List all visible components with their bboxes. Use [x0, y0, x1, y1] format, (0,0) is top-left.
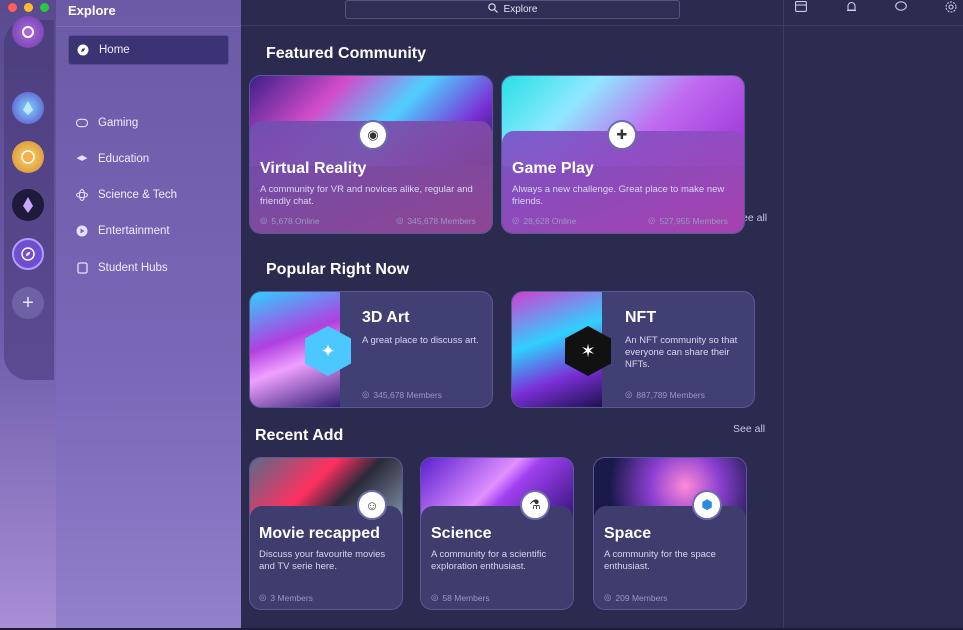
members-icon: ◎	[259, 592, 267, 602]
vr-headset-icon: ◉	[358, 120, 388, 150]
member-count: ◎ 345,678 Members	[396, 215, 476, 226]
card-description: A great place to discuss art.	[362, 335, 479, 346]
community-card-nft[interactable]: ✶ NFT An NFT community so that everyone …	[511, 291, 755, 408]
sidebar-title: Explore	[68, 3, 116, 18]
online-count: ◎ 28,628 Online	[512, 215, 577, 226]
gamepad-icon: ✚	[607, 120, 637, 150]
divider	[241, 25, 783, 26]
member-count: ◎ 3 Members	[259, 592, 313, 603]
online-icon: ◎	[260, 215, 268, 225]
members-icon: ◎	[396, 215, 404, 225]
online-icon: ◎	[512, 215, 520, 225]
server-icon-food[interactable]	[12, 141, 44, 173]
scientist-icon: ⚗	[520, 490, 550, 520]
cube-icon: ⬢	[692, 490, 722, 520]
community-card-3d-art[interactable]: ✦ 3D Art A great place to discuss art. ◎…	[249, 291, 493, 408]
section-title-popular: Popular Right Now	[266, 261, 410, 278]
sidebar-item-gaming[interactable]: Gaming	[68, 108, 229, 138]
card-title: Game Play	[512, 160, 594, 177]
member-count: ◎ 887,789 Members	[625, 389, 705, 400]
online-count: ◎ 5,678 Online	[260, 215, 320, 226]
compass-icon	[77, 44, 89, 56]
sidebar-item-student-hubs[interactable]: Student Hubs	[68, 253, 229, 283]
bell-icon[interactable]	[846, 1, 857, 16]
chat-icon[interactable]	[895, 1, 907, 15]
members-icon: ◎	[362, 389, 370, 399]
card-description: A community for VR and novices alike, re…	[260, 184, 473, 207]
window-controls	[8, 3, 49, 12]
maximize-window-button[interactable]	[40, 3, 49, 12]
community-card-movie-recapped[interactable]: ☺ Movie recapped Discuss your favourite …	[249, 457, 403, 610]
card-title: Space	[604, 525, 652, 542]
community-card-space[interactable]: ⬢ Space A community for the space enthus…	[593, 457, 747, 610]
member-count: ◎ 209 Members	[604, 592, 668, 603]
card-description: Always a new challenge. Great place to m…	[512, 184, 725, 207]
member-count: ◎ 527,955 Members	[648, 215, 728, 226]
card-title: Science	[431, 525, 492, 542]
search-bar[interactable]: Explore	[345, 0, 680, 19]
explore-compass-icon[interactable]	[12, 238, 44, 270]
search-label: Explore	[503, 4, 538, 15]
see-all-recent-link[interactable]: See all	[733, 423, 765, 435]
sidebar-item-label: Home	[99, 44, 130, 56]
right-panel	[783, 0, 963, 630]
card-description: An NFT community so that everyone can sh…	[625, 335, 738, 370]
sidebar-item-label: Education	[98, 153, 150, 165]
member-count: ◎ 58 Members	[431, 592, 490, 603]
main-content: Explore Featured Community See all ◉ Vir…	[241, 0, 783, 630]
sidebar-item-home[interactable]: Home	[68, 35, 229, 65]
divider	[56, 26, 241, 27]
hub-icon	[76, 262, 88, 274]
card-description: A community for a scientific exploration…	[431, 549, 547, 572]
sidebar-item-science-tech[interactable]: Science & Tech	[68, 180, 229, 210]
add-server-icon[interactable]: +	[12, 287, 44, 319]
graduation-cap-icon	[76, 153, 88, 165]
vr-person-icon: ☺	[357, 490, 387, 520]
play-icon	[76, 225, 88, 237]
sidebar-item-label: Science & Tech	[98, 189, 178, 201]
card-title: NFT	[625, 309, 657, 326]
app-logo-icon[interactable]	[12, 16, 44, 48]
sidebar: Explore Home Gaming Education Science & …	[56, 0, 241, 630]
sidebar-item-label: Entertainment	[98, 225, 170, 237]
members-icon: ◎	[604, 592, 612, 602]
sidebar-item-label: Student Hubs	[98, 262, 168, 274]
card-title: 3D Art	[362, 309, 410, 326]
server-rail: +	[0, 0, 56, 630]
divider	[784, 25, 963, 26]
community-card-virtual-reality[interactable]: ◉ Virtual Reality A community for VR and…	[249, 75, 493, 234]
members-icon: ◎	[431, 592, 439, 602]
members-icon: ◎	[648, 215, 656, 225]
search-icon	[487, 3, 498, 16]
inbox-icon[interactable]	[795, 1, 807, 15]
members-icon: ◎	[625, 389, 633, 399]
server-icon-dark[interactable]	[12, 189, 44, 221]
card-description: A community for the space enthusiast.	[604, 549, 716, 572]
card-description: Discuss your favourite movies and TV ser…	[259, 549, 386, 572]
member-count: ◎ 345,678 Members	[362, 389, 442, 400]
section-title-recent: Recent Add	[255, 427, 344, 444]
settings-gear-icon[interactable]	[945, 1, 957, 16]
sidebar-item-label: Gaming	[98, 117, 139, 129]
close-window-button[interactable]	[8, 3, 17, 12]
sidebar-item-education[interactable]: Education	[68, 144, 229, 174]
card-title: Virtual Reality	[260, 160, 367, 177]
sidebar-item-entertainment[interactable]: Entertainment	[68, 216, 229, 246]
gamepad-icon	[76, 117, 88, 129]
minimize-window-button[interactable]	[24, 3, 33, 12]
community-card-game-play[interactable]: ✚ Game Play Always a new challenge. Grea…	[501, 75, 745, 234]
card-title: Movie recapped	[259, 525, 380, 542]
atom-icon	[76, 189, 88, 201]
section-title-featured: Featured Community	[266, 45, 427, 62]
server-icon-crystal[interactable]	[12, 92, 44, 124]
community-card-science[interactable]: ⚗ Science A community for a scientific e…	[420, 457, 574, 610]
